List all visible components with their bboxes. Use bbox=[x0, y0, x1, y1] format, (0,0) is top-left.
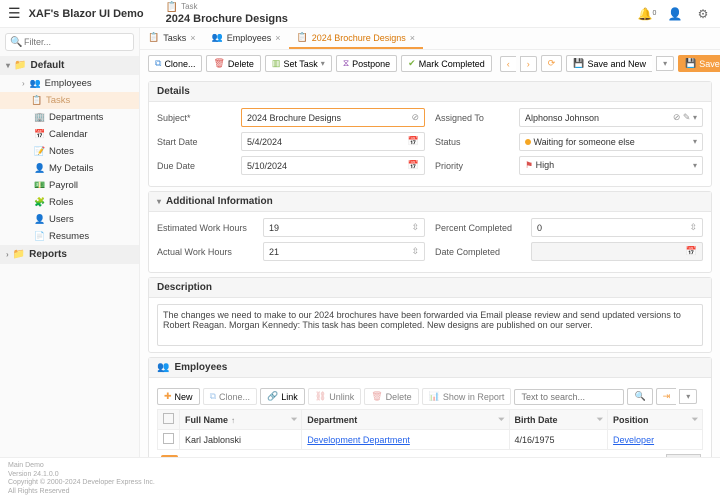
assigned-to-input[interactable]: Alphonso Johnson⊘ ✎ ▾ bbox=[519, 108, 703, 127]
settings-icon[interactable]: ⚙ bbox=[694, 5, 712, 23]
mark-completed-button[interactable]: ✔Mark Completed bbox=[401, 55, 492, 72]
next-button[interactable]: › bbox=[520, 56, 537, 72]
filter-icon: ⏷ bbox=[692, 415, 698, 425]
subject-input[interactable]: 2024 Brochure Designs⊘ bbox=[241, 108, 425, 127]
filter-icon: ⏷ bbox=[498, 415, 504, 425]
save-new-dropdown[interactable]: ▾ bbox=[656, 56, 674, 71]
date-completed-input[interactable]: 📅 bbox=[531, 242, 703, 261]
chevron-down-icon: ▾ bbox=[157, 197, 161, 206]
emp-link-button[interactable]: 🔗Link bbox=[260, 388, 305, 405]
nav-tasks[interactable]: 📋Tasks bbox=[0, 92, 139, 109]
percent-completed-input[interactable]: 0⇳ bbox=[531, 218, 703, 237]
user-icon[interactable]: 👤 bbox=[666, 5, 684, 23]
nav-notes[interactable]: 📝Notes bbox=[0, 143, 139, 160]
nav-resumes[interactable]: 📄Resumes bbox=[0, 228, 139, 245]
refresh-button[interactable]: ⟳ bbox=[541, 55, 563, 72]
emp-new-button[interactable]: ✚New bbox=[157, 388, 200, 405]
close-icon[interactable]: × bbox=[190, 33, 195, 43]
filter-icon: ⏷ bbox=[291, 415, 297, 425]
additional-info-header[interactable]: ▾Additional Information bbox=[149, 192, 711, 212]
clone-button[interactable]: ⧉Clone... bbox=[148, 55, 202, 72]
description-header: Description bbox=[149, 278, 711, 298]
clear-icon: ⊘ bbox=[411, 112, 419, 123]
set-task-button[interactable]: ▥Set Task▾ bbox=[265, 55, 332, 72]
table-row[interactable]: Karl Jablonski Development Department 4/… bbox=[158, 430, 703, 450]
start-date-input[interactable]: 5/4/2024📅 bbox=[241, 132, 425, 151]
app-title: XAF's Blazor UI Demo bbox=[29, 8, 144, 20]
nav-departments[interactable]: 🏢Departments bbox=[0, 109, 139, 126]
notifications-icon[interactable]: 🔔0 bbox=[638, 5, 656, 23]
priority-select[interactable]: ⚑ High▾ bbox=[519, 156, 703, 175]
sidebar: 🔍 ▾📁Default ›👥Employees 📋Tasks 🏢Departme… bbox=[0, 28, 140, 457]
emp-search-button[interactable]: 🔍 bbox=[627, 388, 652, 405]
nav-group-reports[interactable]: ›📁Reports bbox=[0, 245, 139, 264]
dept-link[interactable]: Development Department bbox=[307, 435, 410, 445]
search-icon: 🔍 bbox=[10, 37, 22, 48]
status-select[interactable]: Waiting for someone else▾ bbox=[519, 133, 703, 151]
emp-export-dropdown[interactable]: ▾ bbox=[679, 389, 697, 404]
footer: Main Demo Version 24.1.0.0 Copyright © 2… bbox=[0, 457, 720, 500]
description-textarea[interactable]: The changes we need to make to our 2024 … bbox=[157, 304, 703, 346]
select-all-checkbox[interactable] bbox=[163, 413, 174, 424]
nav-group-default[interactable]: ▾📁Default bbox=[0, 56, 139, 75]
postpone-button[interactable]: ⧖Postpone bbox=[336, 55, 397, 72]
emp-delete-button[interactable]: 🗑Delete bbox=[364, 388, 418, 405]
filter-icon: ⏷ bbox=[597, 415, 603, 425]
emp-export-button[interactable]: ⇥ bbox=[656, 388, 677, 405]
nav-employees[interactable]: ›👥Employees bbox=[0, 75, 139, 92]
calendar-icon: 📅 bbox=[408, 160, 419, 171]
delete-button[interactable]: 🗑Delete bbox=[206, 55, 260, 72]
clear-icon: ⊘ bbox=[673, 112, 681, 122]
emp-unlink-button[interactable]: ⛓Unlink bbox=[308, 388, 361, 405]
edit-icon: ✎ bbox=[683, 112, 691, 122]
close-icon[interactable]: × bbox=[410, 33, 415, 43]
nav-mydetails[interactable]: 👤My Details bbox=[0, 160, 139, 177]
emp-report-button[interactable]: 📊Show in Report bbox=[422, 388, 512, 405]
nav-roles[interactable]: 🧩Roles bbox=[0, 194, 139, 211]
menu-toggle[interactable]: ☰ bbox=[8, 5, 21, 22]
tab-employees[interactable]: 👥Employees× bbox=[204, 28, 289, 49]
position-link[interactable]: Developer bbox=[613, 435, 654, 445]
tab-strip: 📋Tasks× 👥Employees× 📋2024 Brochure Desig… bbox=[140, 28, 720, 50]
prev-button[interactable]: ‹ bbox=[500, 56, 516, 72]
close-icon[interactable]: × bbox=[275, 33, 280, 43]
emp-clone-button[interactable]: ⧉Clone... bbox=[203, 388, 257, 405]
col-birthdate[interactable]: Birth Date⏷ bbox=[509, 410, 608, 430]
col-fullname[interactable]: Full Name↑⏷ bbox=[180, 410, 302, 430]
details-header: Details bbox=[149, 82, 711, 102]
spinner-icon: ⇳ bbox=[411, 222, 419, 233]
header-context: 📋Task 2024 Brochure Designs bbox=[166, 2, 288, 25]
sort-asc-icon: ↑ bbox=[231, 416, 235, 425]
calendar-icon: 📅 bbox=[408, 136, 419, 147]
save-button[interactable]: 💾Save bbox=[678, 55, 720, 72]
actual-hours-input[interactable]: 21⇳ bbox=[263, 242, 425, 261]
nav-users[interactable]: 👤Users bbox=[0, 211, 139, 228]
col-position[interactable]: Position⏷ bbox=[608, 410, 703, 430]
emp-search-input[interactable] bbox=[514, 389, 624, 405]
employees-header: 👥Employees bbox=[149, 358, 711, 378]
save-new-button[interactable]: 💾Save and New bbox=[566, 55, 652, 72]
nav-calendar[interactable]: 📅Calendar bbox=[0, 126, 139, 143]
calendar-icon: 📅 bbox=[686, 246, 697, 257]
nav-payroll[interactable]: 💵Payroll bbox=[0, 177, 139, 194]
estimated-hours-input[interactable]: 19⇳ bbox=[263, 218, 425, 237]
row-checkbox[interactable] bbox=[163, 433, 174, 444]
tab-brochure[interactable]: 📋2024 Brochure Designs× bbox=[289, 28, 424, 49]
tab-tasks[interactable]: 📋Tasks× bbox=[140, 28, 204, 49]
employees-table: Full Name↑⏷ Department⏷ Birth Date⏷ Posi… bbox=[157, 409, 703, 450]
due-date-input[interactable]: 5/10/2024📅 bbox=[241, 156, 425, 175]
spinner-icon: ⇳ bbox=[689, 222, 697, 233]
col-department[interactable]: Department⏷ bbox=[302, 410, 509, 430]
spinner-icon: ⇳ bbox=[411, 246, 419, 257]
filter-input[interactable] bbox=[5, 33, 134, 51]
